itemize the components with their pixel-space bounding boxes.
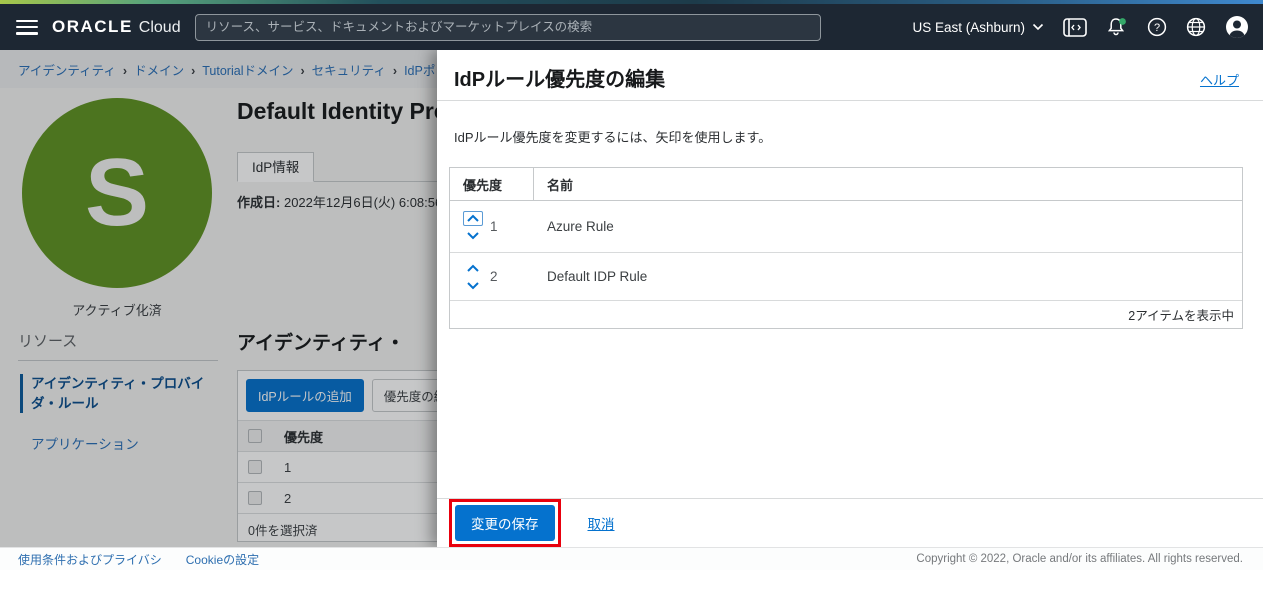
move-down-button[interactable]	[463, 278, 483, 293]
drawer-description: IdPルール優先度を変更するには、矢印を使用します。	[454, 127, 1243, 146]
notifications-bell-icon[interactable]	[1106, 17, 1128, 37]
language-globe-icon[interactable]	[1186, 17, 1206, 37]
cookie-settings-link[interactable]: Cookieの設定	[186, 551, 259, 568]
rule-name: Default IDP Rule	[534, 269, 1242, 284]
help-icon[interactable]: ?	[1147, 17, 1167, 37]
region-label: US East (Ashburn)	[912, 20, 1025, 35]
user-avatar-icon[interactable]	[1225, 15, 1249, 39]
brand-oracle-text: ORACLE	[52, 17, 133, 37]
hamburger-menu-icon[interactable]	[16, 20, 38, 35]
priority-table-header: 優先度 名前	[450, 168, 1242, 201]
oracle-cloud-logo[interactable]: ORACLE Cloud	[52, 17, 181, 37]
cancel-link[interactable]: 取消	[588, 513, 615, 533]
chevron-up-icon	[466, 264, 480, 273]
page-footer: 使用条件およびプライバシ Cookieの設定 Copyright © 2022,…	[0, 547, 1263, 570]
priority-column-header: 優先度	[450, 168, 534, 200]
priority-value: 2	[490, 269, 498, 284]
chevron-down-icon	[466, 281, 480, 290]
move-down-button[interactable]	[463, 228, 483, 243]
table-row: 2 Default IDP Rule	[450, 253, 1242, 301]
priority-cell: 2	[450, 261, 534, 293]
rule-name: Azure Rule	[534, 219, 1242, 234]
chevron-down-icon	[466, 231, 480, 240]
move-up-button[interactable]	[463, 211, 483, 226]
move-up-button[interactable]	[463, 261, 483, 276]
drawer-title: IdPルール優先度の編集	[454, 63, 665, 92]
content-area: アイデンティティ ドメイン Tutorialドメイン セキュリティ IdPポリシ…	[0, 50, 1263, 547]
help-link[interactable]: ヘルプ	[1200, 70, 1239, 89]
save-changes-button[interactable]: 変更の保存	[455, 505, 555, 541]
chevron-up-icon	[466, 214, 480, 223]
priority-cell: 1	[450, 211, 534, 243]
region-selector[interactable]: US East (Ashburn)	[912, 20, 1044, 35]
annotation-highlight: 変更の保存	[449, 499, 561, 547]
drawer-body: IdPルール優先度を変更するには、矢印を使用します。 優先度 名前	[437, 101, 1263, 329]
terms-privacy-link[interactable]: 使用条件およびプライバシ	[18, 551, 162, 568]
priority-value: 1	[490, 219, 498, 234]
search-input[interactable]	[195, 14, 821, 41]
oracle-cloud-console: ORACLE Cloud US East (Ashburn) ?	[0, 0, 1263, 589]
top-navigation-bar: ORACLE Cloud US East (Ashburn) ?	[0, 4, 1263, 50]
reorder-controls	[463, 261, 483, 293]
drawer-header: IdPルール優先度の編集 ヘルプ	[437, 50, 1263, 101]
reorder-controls	[463, 211, 483, 243]
chevron-down-icon	[1032, 23, 1044, 31]
copyright-text: Copyright © 2022, Oracle and/or its affi…	[916, 553, 1243, 565]
drawer-footer: 変更の保存 取消	[437, 498, 1263, 547]
topbar-actions: US East (Ashburn) ?	[912, 4, 1249, 50]
developer-console-icon[interactable]	[1063, 18, 1087, 37]
name-column-header: 名前	[534, 168, 1242, 200]
edit-priority-drawer: IdPルール優先度の編集 ヘルプ IdPルール優先度を変更するには、矢印を使用し…	[437, 50, 1263, 547]
priority-table: 優先度 名前	[449, 167, 1243, 329]
svg-text:?: ?	[1154, 22, 1160, 34]
item-count-label: 2アイテムを表示中	[450, 301, 1242, 328]
table-row: 1 Azure Rule	[450, 201, 1242, 253]
brand-cloud-text: Cloud	[139, 19, 181, 37]
